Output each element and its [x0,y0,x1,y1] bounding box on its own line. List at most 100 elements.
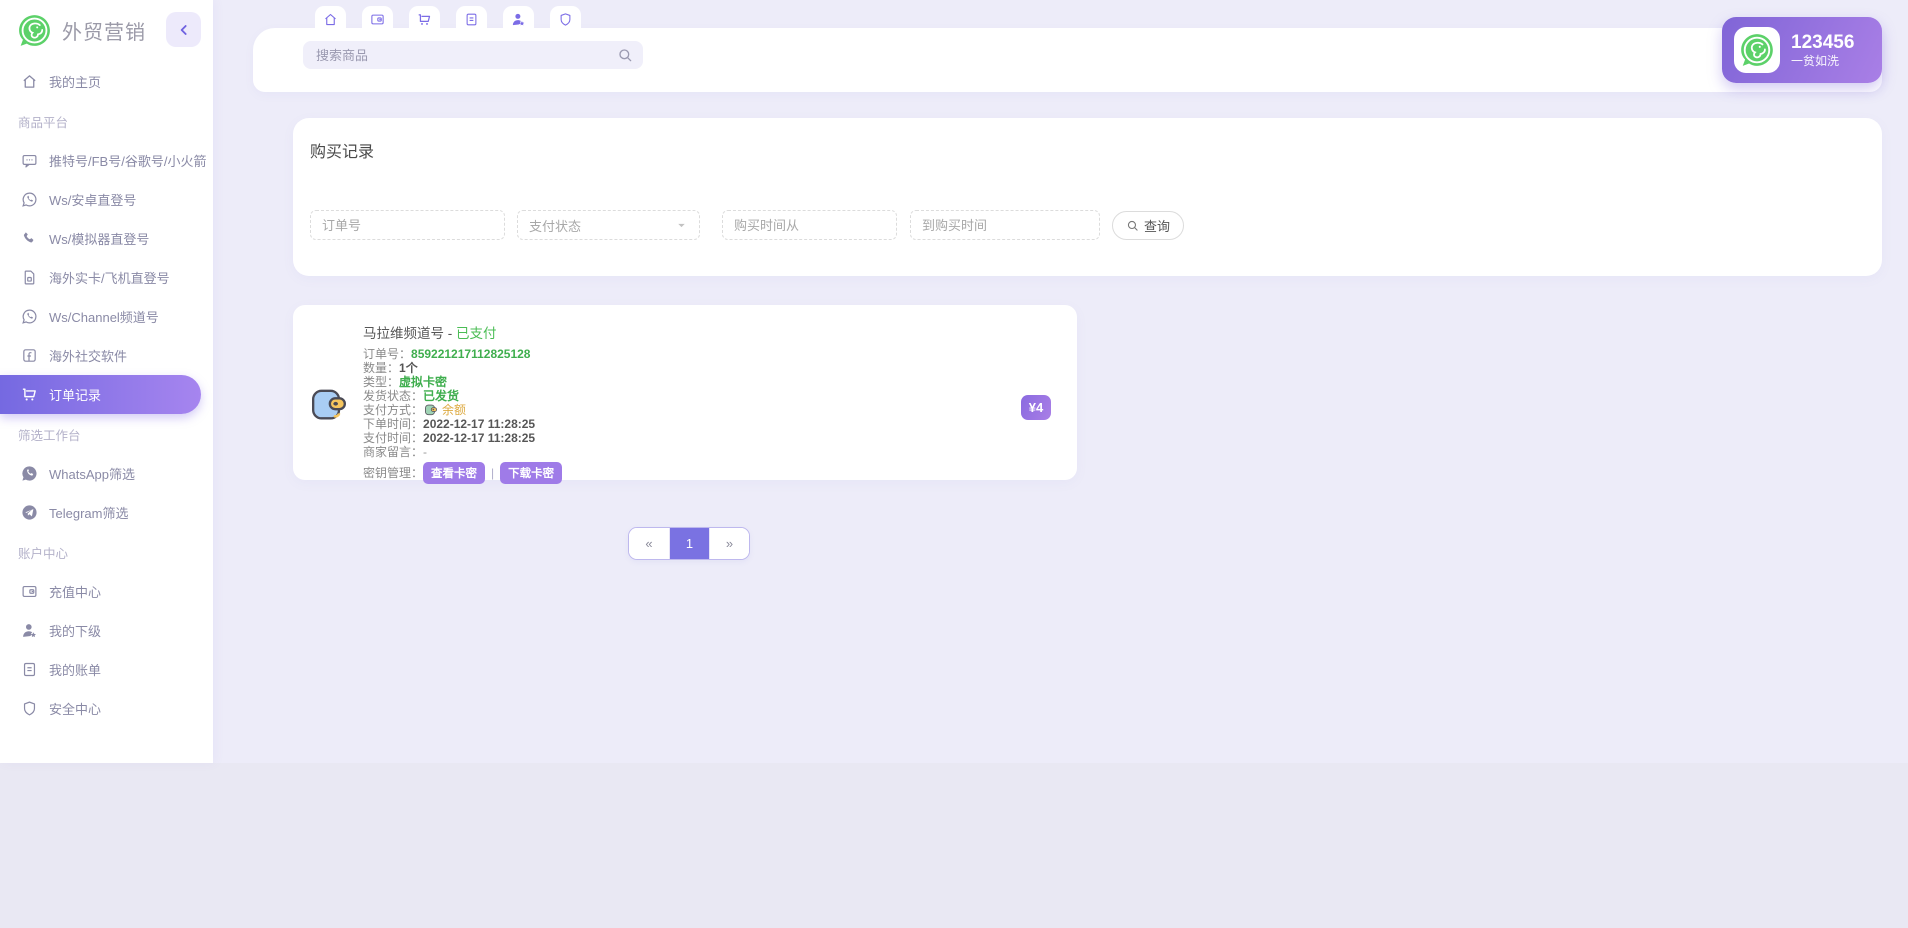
detail-label: 数量： [363,361,399,375]
sidebar-item-label: 我的下级 [49,621,101,640]
home-icon [21,73,38,90]
order-pay-status: 已支付 [456,326,497,341]
sidebar-item-label: 海外实卡/飞机直登号 [49,268,170,287]
tab-home[interactable] [315,6,346,32]
tab-cart[interactable] [409,6,440,32]
shield-icon [558,12,573,27]
sidebar-item-home-0[interactable]: 我的主页 [0,62,213,101]
detail-label: 商家留言： [363,445,423,459]
detail-value: 虚拟卡密 [399,375,447,389]
pay-status-select[interactable]: 支付状态 [517,210,700,240]
sidebar-item-facebook-7[interactable]: 海外社交软件 [0,336,213,375]
sidebar-item-label: WhatsApp筛选 [49,464,135,483]
tab-card[interactable] [362,6,393,32]
product-thumbnail-wallet-icon [309,385,349,425]
sim-icon [21,269,38,286]
detail-value: 已发货 [423,389,459,403]
purchase-records-card: 购买记录 支付状态 查询 [293,118,1882,276]
chevron-left-icon [176,22,192,38]
sidebar-item-label: Ws/Channel频道号 [49,307,159,326]
order-detail-row: 支付时间：2022-12-17 11:28:25 [363,431,562,445]
detail-label: 发货状态： [363,389,423,403]
sidebar-item-whatsapp-6[interactable]: Ws/Channel频道号 [0,297,213,336]
pagination-prev-button[interactable]: « [629,528,669,559]
pagination-next-button[interactable]: » [709,528,749,559]
time-to-input[interactable] [910,210,1100,240]
sidebar-item-telegram-filled-11[interactable]: Telegram筛选 [0,493,213,532]
search-input[interactable] [303,41,643,69]
sidebar-section-title: 账户中心 [0,532,213,572]
detail-value: 2022-12-17 11:28:25 [423,431,535,445]
pagination: « 1 » [628,527,750,560]
tab-person-star[interactable] [503,6,534,32]
view-key-button[interactable]: 查看卡密 [423,462,485,484]
order-detail-row: 下单时间：2022-12-17 11:28:25 [363,417,562,431]
wallet-mini-icon [424,403,438,417]
sidebar-item-whatsapp-filled-10[interactable]: WhatsApp筛选 [0,454,213,493]
order-detail-rows: 订单号：859221217112825128数量：1个类型：虚拟卡密发货状态：已… [363,347,562,459]
time-from-input[interactable] [722,210,897,240]
user-badge[interactable]: 123456 一贫如洗 [1722,17,1882,83]
order-detail-row: 类型：虚拟卡密 [363,375,562,389]
person-star-icon [511,12,526,27]
sidebar-item-chat-2[interactable]: 推特号/FB号/谷歌号/小火箭 [0,141,213,180]
topbar [253,28,1882,92]
detail-label: 支付时间： [363,431,423,445]
order-card: 马拉维频道号 - 已支付 订单号：859221217112825128数量：1个… [293,305,1077,480]
telegram-filled-icon [21,504,38,521]
detail-value: 余额 [442,403,466,417]
download-key-button[interactable]: 下载卡密 [500,462,562,484]
sidebar-item-sim-5[interactable]: 海外实卡/飞机直登号 [0,258,213,297]
sidebar-item-person-star-14[interactable]: 我的下级 [0,611,213,650]
user-nickname: 一贫如洗 [1791,54,1854,69]
card-icon [21,583,38,600]
app-root: 外贸营销 我的主页商品平台推特号/FB号/谷歌号/小火箭Ws/安卓直登号Ws/模… [0,0,1908,763]
user-id: 123456 [1791,32,1854,54]
detail-value: 1个 [399,361,418,375]
order-detail-row: 商家留言：- [363,445,562,459]
sidebar-item-label: 充值中心 [49,582,101,601]
order-no-input[interactable] [310,210,505,240]
sidebar-item-card-13[interactable]: 充值中心 [0,572,213,611]
sidebar-item-label: Ws/安卓直登号 [49,190,136,209]
key-management-row: 密钥管理： 查看卡密 | 下载卡密 [363,462,562,484]
tab-bill[interactable] [456,6,487,32]
detail-label: 类型： [363,375,399,389]
whatsapp-icon [21,191,38,208]
order-title: 马拉维频道号 - 已支付 [363,322,562,342]
whatsapp-filled-icon [21,465,38,482]
query-button-label: 查询 [1144,216,1170,235]
pagination-page-1-button[interactable]: 1 [669,528,709,559]
home-icon [323,12,338,27]
quick-access-tabs [315,6,581,32]
title-separator: - [444,326,456,341]
order-details: 马拉维频道号 - 已支付 订单号：859221217112825128数量：1个… [363,322,562,484]
sidebar-item-label: 我的账单 [49,660,101,679]
key-management-label: 密钥管理： [363,466,423,480]
sidebar-item-label: 安全中心 [49,699,101,718]
sidebar-item-shield-16[interactable]: 安全中心 [0,689,213,728]
sidebar-item-cart-8[interactable]: 订单记录 [0,375,201,414]
filter-row: 支付状态 查询 [310,210,1184,240]
query-button[interactable]: 查询 [1112,211,1184,240]
sidebar-section-title: 筛选工作台 [0,414,213,454]
bill-icon [21,661,38,678]
person-star-icon [21,622,38,639]
phone-icon [21,230,38,247]
user-texts: 123456 一贫如洗 [1791,32,1854,69]
search-icon[interactable] [617,47,633,63]
facebook-icon [21,347,38,364]
order-detail-row: 支付方式：余额 [363,403,562,417]
avatar [1734,27,1780,73]
sidebar-item-label: 海外社交软件 [49,346,127,365]
sidebar-item-label: 推特号/FB号/谷歌号/小火箭 [49,151,206,170]
sidebar-item-phone-4[interactable]: Ws/模拟器直登号 [0,219,213,258]
pay-status-placeholder: 支付状态 [529,216,581,235]
sidebar-item-bill-15[interactable]: 我的账单 [0,650,213,689]
detail-value: 859221217112825128 [411,347,530,361]
sidebar-collapse-button[interactable] [166,12,201,47]
sidebar-item-whatsapp-3[interactable]: Ws/安卓直登号 [0,180,213,219]
whatsapp-icon [21,308,38,325]
tab-shield[interactable] [550,6,581,32]
sidebar-item-label: 我的主页 [49,72,101,91]
